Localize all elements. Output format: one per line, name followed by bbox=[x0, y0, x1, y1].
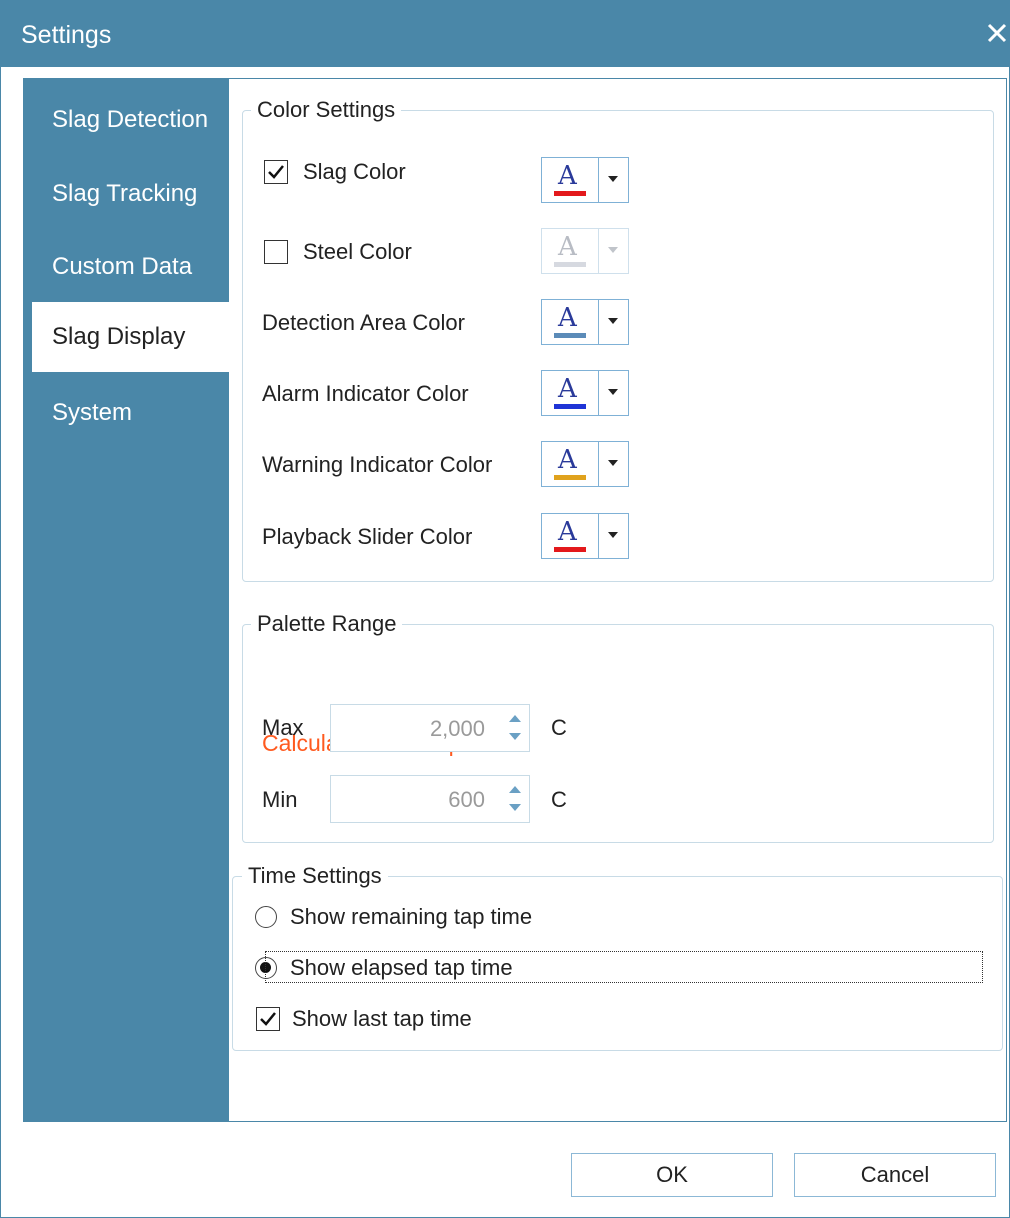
color-settings-legend: Color Settings bbox=[251, 97, 402, 123]
detection-area-color-picker[interactable]: A bbox=[541, 299, 629, 345]
last-tap-time-checkbox[interactable] bbox=[256, 1007, 280, 1031]
chevron-down-icon[interactable] bbox=[608, 318, 618, 324]
steel-color-label: Steel Color bbox=[303, 239, 412, 264]
sidebar-item-slag-tracking[interactable]: Slag Tracking bbox=[32, 159, 229, 229]
alarm-indicator-color-picker[interactable]: A bbox=[541, 370, 629, 416]
steel-color-picker: A bbox=[541, 228, 629, 274]
sidebar-item-slag-detection[interactable]: Slag Detection bbox=[32, 85, 229, 155]
chevron-down-icon[interactable] bbox=[608, 460, 618, 466]
font-color-icon: A bbox=[558, 232, 577, 262]
slag-color-label: Slag Color bbox=[303, 159, 406, 184]
title-bar[interactable]: Settings bbox=[1, 1, 1009, 67]
steel-color-checkbox[interactable] bbox=[264, 240, 288, 264]
detection-area-color-swatch-button[interactable]: A bbox=[542, 300, 599, 344]
slag-color-swatch-button[interactable]: A bbox=[542, 158, 599, 202]
slag-color-checkbox[interactable] bbox=[264, 160, 288, 184]
max-value-spinner[interactable]: 2,000 bbox=[330, 704, 530, 752]
last-tap-time-label[interactable]: Show last tap time bbox=[292, 1006, 472, 1032]
font-color-icon: A bbox=[558, 303, 577, 333]
close-icon[interactable] bbox=[985, 21, 1009, 45]
playback-slider-color-label: Playback Slider Color bbox=[262, 524, 473, 549]
alarm-indicator-color-swatch bbox=[554, 404, 586, 409]
spin-up-icon[interactable] bbox=[509, 715, 521, 722]
spin-down-icon[interactable] bbox=[509, 804, 521, 811]
warning-indicator-color-swatch-button[interactable]: A bbox=[542, 442, 599, 486]
warning-indicator-color-label: Warning Indicator Color bbox=[262, 452, 493, 477]
sidebar: Slag Detection Slag Tracking Custom Data… bbox=[24, 79, 229, 1121]
spin-up-icon[interactable] bbox=[509, 786, 521, 793]
detection-area-color-label: Detection Area Color bbox=[262, 310, 465, 335]
sidebar-item-slag-display[interactable]: Slag Display bbox=[32, 302, 229, 372]
playback-slider-color-swatch bbox=[554, 547, 586, 552]
warning-indicator-color-swatch bbox=[554, 475, 586, 480]
max-unit-label: C bbox=[551, 715, 567, 740]
spin-down-icon[interactable] bbox=[509, 733, 521, 740]
chevron-down-icon bbox=[608, 247, 618, 253]
ok-button[interactable]: OK bbox=[571, 1153, 773, 1197]
min-label: Min bbox=[262, 787, 298, 812]
alarm-indicator-color-swatch-button[interactable]: A bbox=[542, 371, 599, 415]
font-color-icon: A bbox=[558, 374, 577, 404]
window-title: Settings bbox=[21, 21, 112, 49]
chevron-down-icon[interactable] bbox=[608, 176, 618, 182]
sidebar-item-custom-data[interactable]: Custom Data bbox=[32, 232, 229, 302]
chevron-down-icon[interactable] bbox=[608, 532, 618, 538]
max-label: Max bbox=[262, 715, 304, 740]
time-settings-legend: Time Settings bbox=[242, 863, 388, 889]
palette-range-legend: Palette Range bbox=[251, 611, 403, 637]
playback-slider-color-swatch-button[interactable]: A bbox=[542, 514, 599, 558]
slag-color-swatch bbox=[554, 191, 586, 196]
remaining-tap-time-radio[interactable] bbox=[255, 906, 277, 928]
warning-indicator-color-picker[interactable]: A bbox=[541, 441, 629, 487]
font-color-icon: A bbox=[558, 517, 577, 547]
steel-color-swatch bbox=[554, 262, 586, 267]
cancel-button[interactable]: Cancel bbox=[794, 1153, 996, 1197]
min-unit-label: C bbox=[551, 787, 567, 812]
chevron-down-icon[interactable] bbox=[608, 389, 618, 395]
slag-color-picker[interactable]: A bbox=[541, 157, 629, 203]
max-value: 2,000 bbox=[429, 716, 485, 741]
focus-rectangle bbox=[265, 951, 983, 983]
detection-area-color-swatch bbox=[554, 333, 586, 338]
min-value: 600 bbox=[448, 787, 485, 812]
sidebar-item-system[interactable]: System bbox=[32, 378, 229, 448]
playback-slider-color-picker[interactable]: A bbox=[541, 513, 629, 559]
alarm-indicator-color-label: Alarm Indicator Color bbox=[262, 381, 469, 406]
steel-color-swatch-button: A bbox=[542, 229, 599, 273]
settings-window: Settings Slag Detection Slag Tracking Cu… bbox=[0, 0, 1010, 1218]
min-value-spinner[interactable]: 600 bbox=[330, 775, 530, 823]
font-color-icon: A bbox=[558, 445, 577, 475]
font-color-icon: A bbox=[558, 161, 577, 191]
remaining-tap-time-label[interactable]: Show remaining tap time bbox=[290, 904, 532, 930]
